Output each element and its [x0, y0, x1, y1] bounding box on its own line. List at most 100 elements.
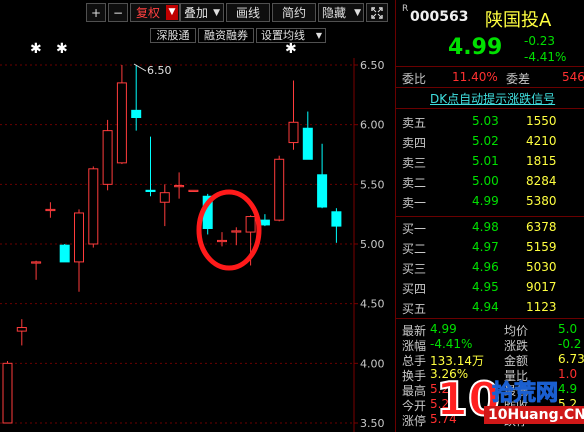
- candle-body: [88, 168, 99, 245]
- margin-trading-button[interactable]: 融资融券: [198, 28, 254, 43]
- dropdown-arrow-icon: ▼: [354, 8, 361, 18]
- wei-cha-label: 委差: [506, 72, 531, 86]
- stat-value: 1.0: [558, 367, 578, 381]
- current-price: 4.99: [448, 35, 503, 60]
- sell-level-volume: 8284: [526, 174, 557, 188]
- wei-bi-label: 委比: [402, 72, 427, 86]
- star-marker-2: ✱: [56, 41, 68, 57]
- candle-body: [274, 158, 285, 221]
- set-ma-label: 设置均线: [261, 29, 305, 42]
- candle-body: [288, 121, 299, 144]
- candle-body: [59, 244, 70, 263]
- overlay-label: 叠加: [184, 6, 209, 20]
- candle-body: [331, 211, 342, 227]
- stock-prefix-badge: R: [402, 4, 409, 14]
- star-marker-3: ✱: [285, 41, 297, 57]
- candle-body: [31, 261, 42, 264]
- stat-value: -0.2: [558, 337, 582, 351]
- price-change-pct: -4.41%: [524, 50, 567, 64]
- candle-body: [159, 192, 170, 203]
- sell-level-price: 5.00: [472, 174, 499, 188]
- buy-level-label: 买五: [402, 302, 427, 316]
- star-marker-1: ✱: [30, 41, 42, 57]
- y-tick-label: 6.50: [360, 59, 385, 72]
- stock-code: 000563: [410, 9, 469, 25]
- simple-mode-button[interactable]: 简约: [272, 3, 316, 22]
- high-price-label: 6.50: [147, 64, 172, 77]
- y-tick-label: 3.50: [360, 417, 385, 430]
- buy-level-volume: 5030: [526, 260, 557, 274]
- candle-body: [16, 327, 27, 332]
- candle-body: [74, 212, 84, 263]
- chart-grid: [0, 58, 358, 432]
- sell-level-price: 5.02: [472, 134, 499, 148]
- candle-body: [2, 362, 13, 424]
- stat-value: 6.73: [558, 352, 584, 366]
- set-ma-button[interactable]: 设置均线 ▼: [256, 28, 326, 43]
- dk-signal-link[interactable]: DK点自动提示涨跌信号: [430, 90, 555, 107]
- candle-body: [317, 174, 328, 208]
- restore-right-label: 复权: [136, 6, 161, 20]
- stat-label: 涨停: [402, 414, 427, 428]
- buy-level-volume: 5159: [526, 240, 557, 254]
- stat-value: 4.9: [558, 382, 578, 396]
- buy-level-label: 买一: [402, 222, 427, 236]
- buy-level-price: 4.95: [472, 280, 499, 294]
- hide-label: 隐藏: [322, 6, 347, 20]
- candle-body: [116, 82, 127, 164]
- draw-line-button[interactable]: 画线: [226, 3, 270, 22]
- candle-body: [174, 185, 185, 188]
- sell-level-label: 卖四: [402, 136, 427, 150]
- watermark-brand: 拾荒网: [491, 381, 559, 406]
- dropdown-arrow-icon: ▼: [315, 31, 322, 40]
- buy-level-label: 买三: [402, 262, 427, 276]
- buy-level-volume: 1123: [526, 300, 557, 314]
- candle-body: [231, 230, 242, 233]
- sell-level-volume: 5380: [526, 194, 557, 208]
- buy-level-price: 4.98: [472, 220, 499, 234]
- candle-body: [259, 219, 270, 226]
- sell-level-label: 卖一: [402, 196, 427, 210]
- watermark-site: 10Huang.CN: [484, 406, 584, 424]
- sell-level-label: 卖二: [402, 176, 427, 190]
- zoom-out-button[interactable]: −: [108, 3, 128, 22]
- stat-value: 5.0: [558, 322, 578, 336]
- y-tick-label: 4.50: [360, 298, 385, 311]
- buy-level-volume: 6378: [526, 220, 557, 234]
- restore-right-button[interactable]: 复权 ▼: [130, 3, 180, 22]
- candle-body: [131, 109, 142, 119]
- candle-body: [245, 216, 256, 233]
- y-tick-label: 6.00: [360, 119, 385, 132]
- buy-level-label: 买四: [402, 282, 427, 296]
- sell-level-volume: 4210: [526, 134, 557, 148]
- zoom-in-button[interactable]: +: [86, 3, 106, 22]
- buy-level-price: 4.97: [472, 240, 499, 254]
- candle-body: [302, 127, 313, 160]
- sell-level-price: 5.03: [472, 114, 499, 128]
- y-axis: 6.50 6.00 5.50 5.00 4.50 4.00 3.50: [360, 59, 385, 430]
- overlay-button[interactable]: 叠加 ▼: [180, 3, 224, 22]
- expand-icon[interactable]: [366, 3, 388, 22]
- hk-connect-button[interactable]: 深股通: [150, 28, 196, 43]
- dropdown-arrow-icon: ▼: [213, 8, 220, 18]
- buy-level-label: 买二: [402, 242, 427, 256]
- quote-panel: R 000563 陕国投A 4.99 -0.23 -4.41% 委比 11.40…: [395, 0, 584, 432]
- sell-level-volume: 1550: [526, 114, 557, 128]
- stock-name: 陕国投A: [485, 10, 552, 31]
- y-tick-label: 4.00: [360, 357, 385, 370]
- wei-bi-value: 11.40%: [452, 70, 498, 84]
- candle-body: [217, 239, 227, 243]
- candlestick-chart[interactable]: 6.50 6.00 5.50 5.00 4.50 4.00 3.50 ✱ ✱ ✱ 6.50: [0, 0, 395, 432]
- stat-value: 4.99: [430, 322, 457, 336]
- hide-button[interactable]: 隐藏 ▼: [318, 3, 364, 22]
- wei-cha-value: 546: [562, 70, 584, 84]
- sell-level-price: 5.01: [472, 154, 499, 168]
- stat-value: -4.41%: [430, 337, 473, 351]
- fullscreen-icon: [371, 7, 383, 19]
- buy-level-price: 4.96: [472, 260, 499, 274]
- dropdown-arrow-icon: ▼: [166, 5, 178, 20]
- y-tick-label: 5.00: [360, 238, 385, 251]
- sell-level-label: 卖五: [402, 116, 427, 130]
- candle-body: [145, 189, 156, 192]
- buy-level-price: 4.94: [472, 300, 499, 314]
